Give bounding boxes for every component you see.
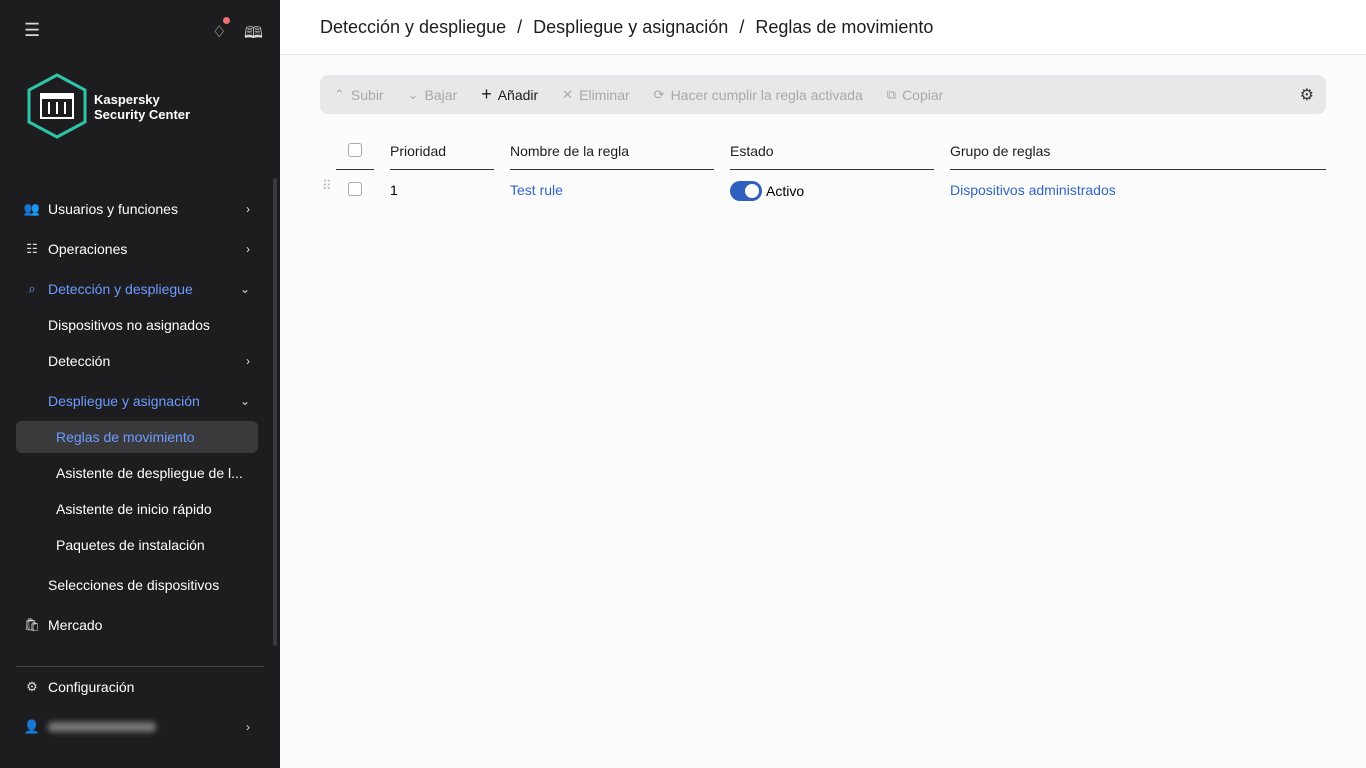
- notification-dot: [223, 17, 230, 24]
- sidebar-item-user-account[interactable]: 👤 ›: [16, 711, 258, 743]
- label: Detección y despliegue: [48, 281, 193, 297]
- chevron-up-icon: ⌃: [334, 86, 345, 102]
- rule-group-link[interactable]: Dispositivos administrados: [950, 182, 1116, 198]
- breadcrumb-current: Reglas de movimiento: [755, 17, 934, 37]
- close-icon: ✕: [562, 86, 574, 102]
- drag-handle-icon[interactable]: ⠿: [322, 178, 332, 194]
- column-header-group[interactable]: Grupo de reglas: [950, 143, 1050, 159]
- label: Dispositivos no asignados: [48, 317, 210, 333]
- label: Bajar: [424, 86, 458, 103]
- sidebar-item-detection[interactable]: Detección ›: [16, 345, 258, 377]
- sidebar-item-selections[interactable]: Selecciones de dispositivos: [16, 569, 258, 601]
- brand-line1: Kaspersky: [94, 92, 160, 107]
- server-icon: ☷: [26, 241, 38, 256]
- sidebar-item-settings[interactable]: ⚙ Configuración: [16, 671, 258, 703]
- sidebar-item-discovery[interactable]: ⌕ Detección y despliegue ⌄: [16, 273, 258, 305]
- label: Despliegue y asignación: [48, 393, 200, 409]
- username-blurred: [48, 722, 156, 732]
- brand-name: Kaspersky Security Center: [94, 92, 190, 122]
- kaspersky-logo: [27, 73, 87, 139]
- toolbar: ⌃ Subir ⌄ Bajar + Añadir ✕ Eliminar ⟳ Hacer c…: [320, 75, 1326, 114]
- divider: [950, 169, 1326, 170]
- book-icon[interactable]: 🕮: [244, 22, 263, 49]
- label: Mercado: [48, 617, 103, 633]
- gear-icon[interactable]: ⚙: [1300, 85, 1314, 105]
- column-header-name[interactable]: Nombre de la regla: [510, 143, 629, 159]
- sidebar-item-move-rules[interactable]: Reglas de movimiento: [16, 421, 258, 453]
- sidebar-item-operations[interactable]: ☷ Operaciones ›: [16, 233, 258, 265]
- sidebar-scrollbar[interactable]: [273, 178, 277, 646]
- sidebar-item-deployment[interactable]: Despliegue y asignación ⌄: [16, 385, 258, 417]
- chevron-right-icon: ›: [246, 354, 250, 368]
- sidebar-item-packages[interactable]: Paquetes de instalación: [16, 529, 258, 561]
- label: Paquetes de instalación: [56, 537, 205, 553]
- bag-icon: 🛍: [23, 617, 41, 632]
- sidebar-item-unassigned[interactable]: Dispositivos no asignados: [16, 309, 258, 341]
- chevron-down-icon: ⌄: [239, 282, 250, 296]
- delete-button[interactable]: ✕ Eliminar: [562, 87, 629, 103]
- breadcrumb-separator: /: [517, 17, 523, 37]
- column-header-status[interactable]: Estado: [730, 143, 774, 159]
- header: Detección y despliegue / Despliegue y as…: [280, 0, 1366, 55]
- select-all-checkbox[interactable]: [348, 143, 362, 157]
- label: Detección: [48, 353, 111, 369]
- label: Asistente de inicio rápido: [56, 501, 212, 517]
- status-label: Activo: [766, 183, 805, 199]
- label: Hacer cumplir la regla activada: [670, 86, 863, 103]
- status-toggle[interactable]: [730, 181, 762, 201]
- label: Añadir: [497, 86, 539, 103]
- copy-icon: ⧉: [886, 86, 897, 102]
- sliders-icon: ⚙: [26, 679, 38, 694]
- divider: [510, 169, 714, 170]
- down-button[interactable]: ⌄ Bajar: [408, 87, 458, 103]
- label: Reglas de movimiento: [56, 429, 195, 445]
- priority-cell: 1: [390, 182, 398, 198]
- divider: [390, 169, 494, 170]
- divider: [730, 169, 934, 170]
- notifications-icon[interactable]: ♢: [212, 17, 230, 42]
- menu-icon[interactable]: ☰: [24, 20, 40, 41]
- sidebar-item-market[interactable]: 🛍 Mercado: [16, 609, 258, 641]
- sidebar-item-quickstart[interactable]: Asistente de inicio rápido: [16, 493, 258, 525]
- chevron-right-icon: ›: [246, 202, 250, 216]
- label: Configuración: [48, 679, 135, 695]
- brand-line2: Security Center: [94, 107, 191, 122]
- breadcrumb-item[interactable]: Despliegue y asignación: [533, 17, 728, 37]
- label: Copiar: [902, 86, 944, 103]
- chevron-right-icon: ›: [246, 242, 250, 256]
- up-button[interactable]: ⌃ Subir: [334, 87, 384, 103]
- enforce-rule-button[interactable]: ⟳ Hacer cumplir la regla activada: [654, 87, 863, 103]
- add-button[interactable]: + Añadir: [481, 84, 538, 105]
- search-icon: ⌕: [28, 281, 36, 296]
- sidebar-item-deploy-wizard[interactable]: Asistente de despliegue de l...: [16, 457, 258, 489]
- chevron-down-icon: ⌄: [239, 394, 250, 408]
- label: Usuarios y funciones: [48, 201, 178, 217]
- breadcrumb-separator: /: [739, 17, 745, 37]
- label: Eliminar: [579, 86, 630, 103]
- chevron-down-icon: ⌄: [407, 86, 419, 102]
- label: Operaciones: [48, 241, 128, 257]
- user-icon: 👤: [23, 719, 41, 734]
- column-header-priority[interactable]: Prioridad: [390, 143, 446, 159]
- breadcrumb: Detección y despliegue / Despliegue y as…: [320, 17, 939, 38]
- row-checkbox[interactable]: [348, 182, 362, 196]
- divider: [16, 666, 264, 667]
- divider: [336, 169, 374, 170]
- label: Asistente de despliegue de l...: [56, 465, 243, 481]
- plus-icon: +: [481, 84, 492, 104]
- rule-name-link[interactable]: Test rule: [510, 182, 563, 198]
- label: Selecciones de dispositivos: [48, 577, 220, 593]
- breadcrumb-item[interactable]: Detección y despliegue: [320, 17, 506, 37]
- users-icon: 👥: [23, 201, 41, 216]
- sidebar-item-users[interactable]: 👥 Usuarios y funciones ›: [16, 193, 258, 225]
- sidebar: ☰ ♢ 🕮 Kaspersky Security Center 👥 Usuarios…: [0, 0, 280, 768]
- copy-button[interactable]: ⧉ Copiar: [887, 87, 944, 103]
- refresh-icon: ⟳: [653, 86, 665, 102]
- chevron-right-icon: ›: [246, 720, 250, 734]
- label: Subir: [350, 86, 384, 103]
